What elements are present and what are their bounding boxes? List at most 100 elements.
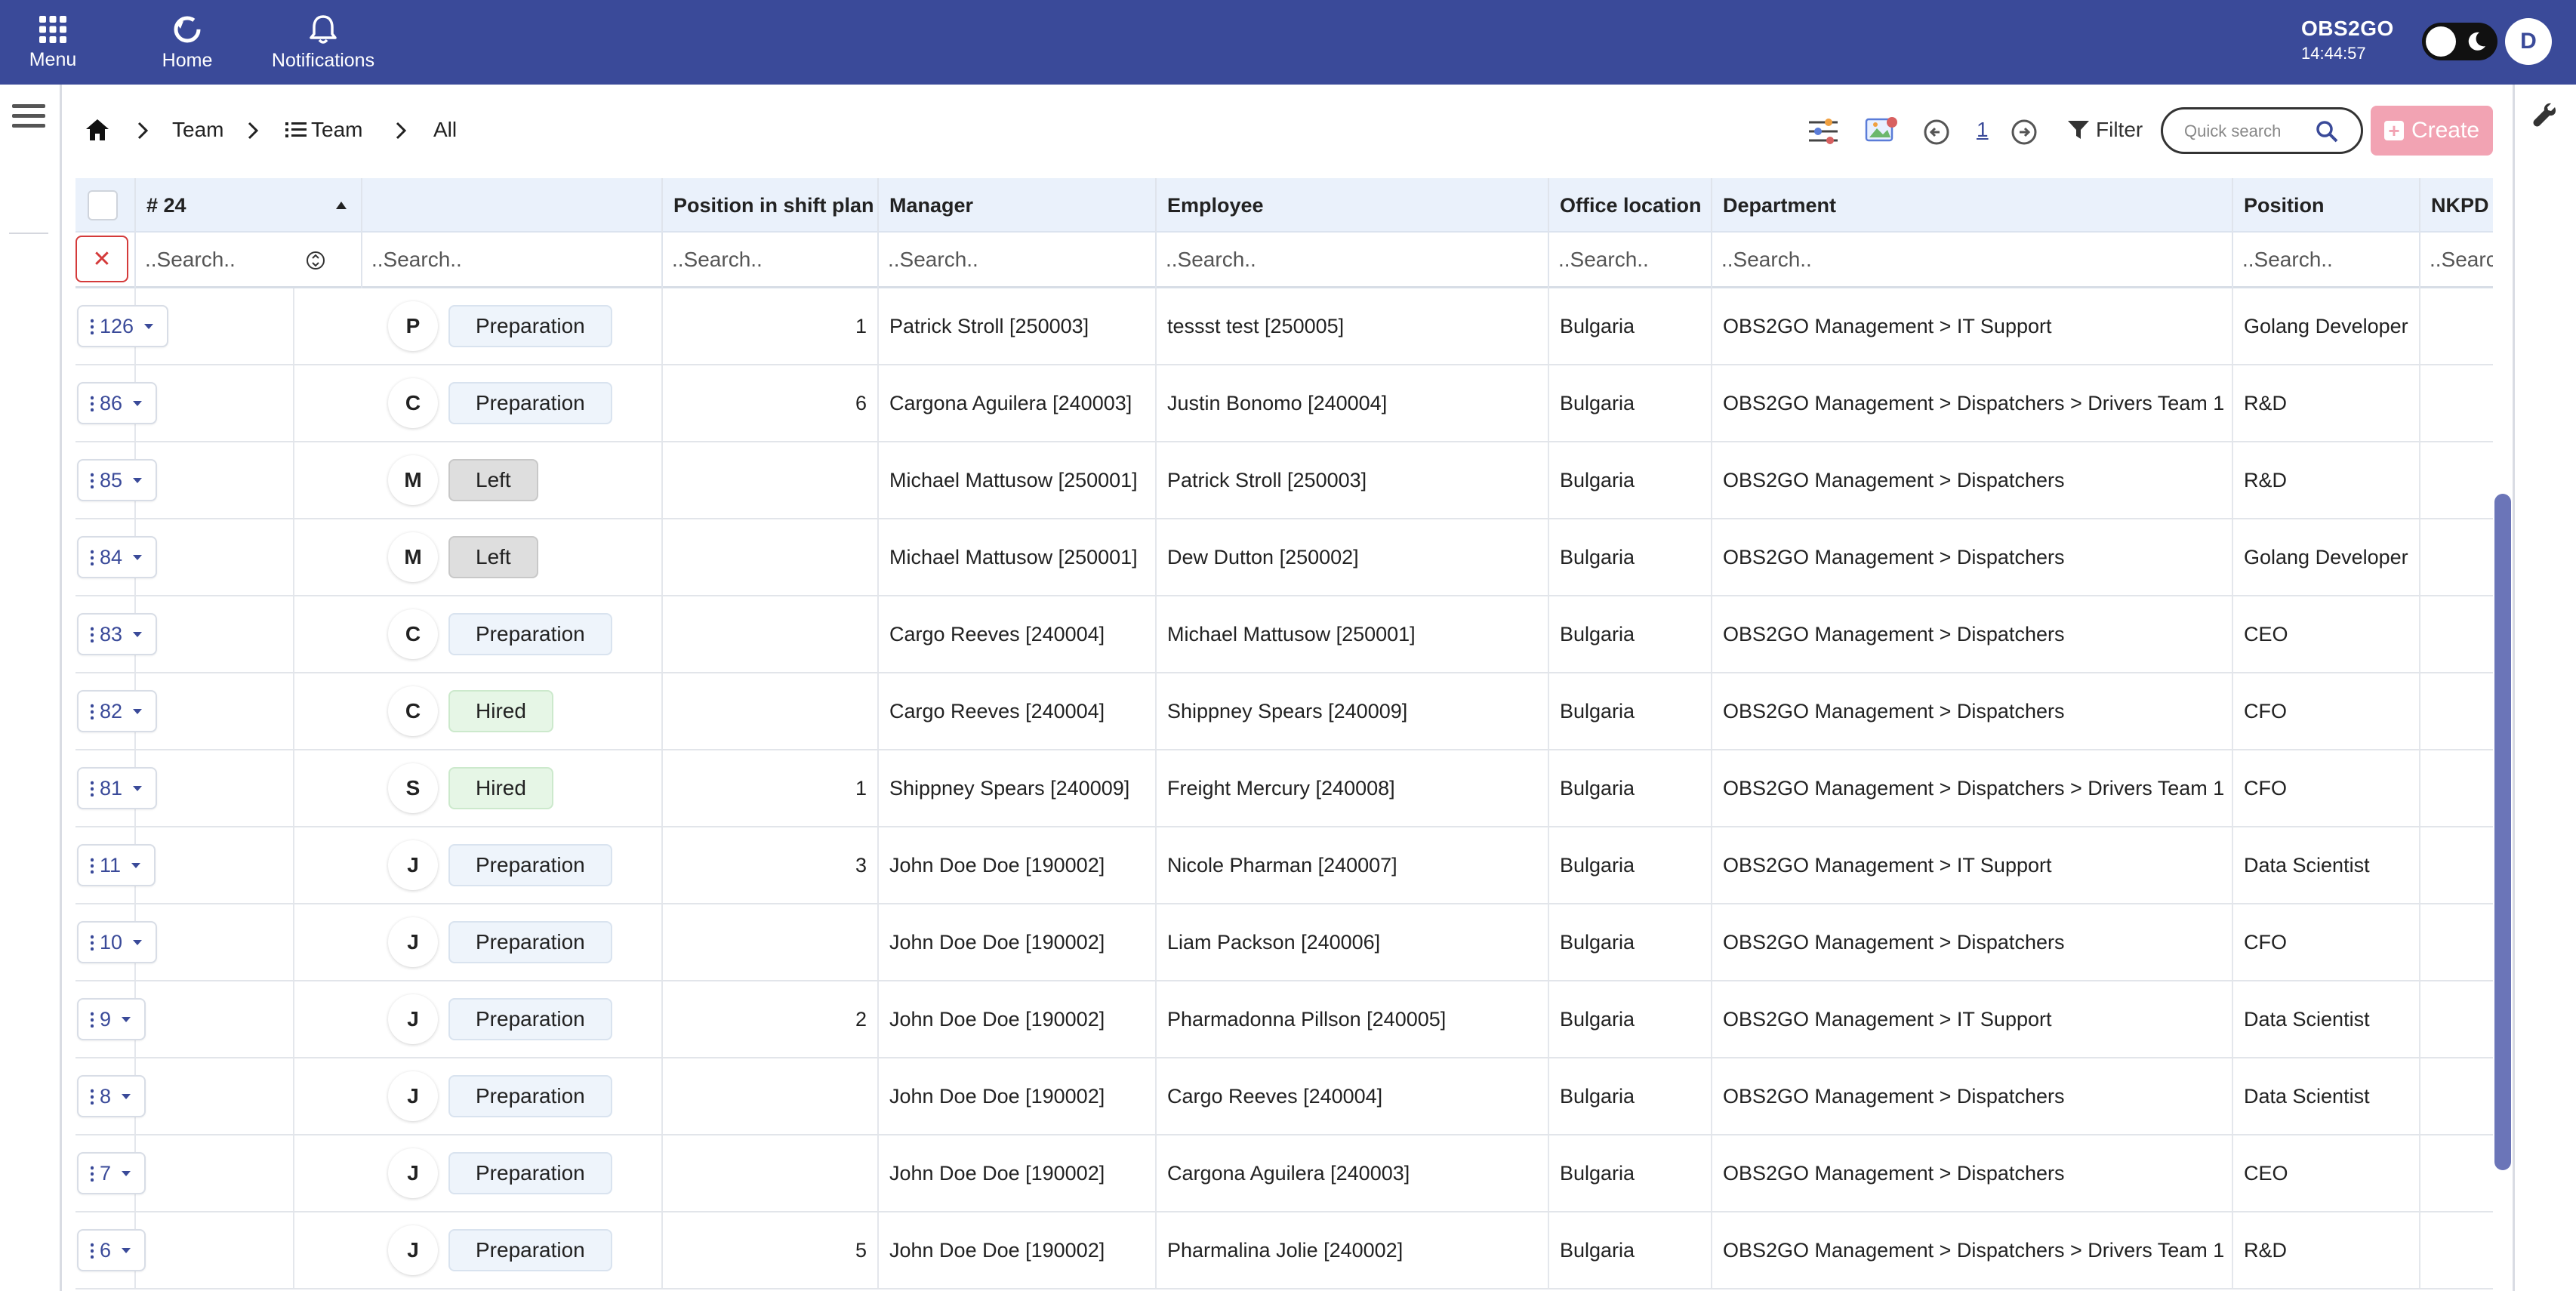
row-status-cell: C Preparation xyxy=(362,596,663,672)
row-office: Bulgaria xyxy=(1549,673,1712,749)
table-row[interactable]: 6 J Preparation 5 John Doe Doe [190002] Pharm… xyxy=(75,1212,2493,1289)
caret-down-icon xyxy=(133,554,143,560)
status-badge: Left xyxy=(448,536,538,578)
row-actions-button[interactable]: 82 xyxy=(77,690,158,732)
row-actions-button[interactable]: 83 xyxy=(77,613,158,655)
create-button[interactable]: + Create xyxy=(2371,106,2493,156)
row-actions-button[interactable]: 10 xyxy=(77,921,158,963)
quick-search[interactable] xyxy=(2161,107,2363,154)
row-shift-position xyxy=(663,673,879,749)
filter-shift-cell xyxy=(663,233,879,288)
caret-down-icon xyxy=(133,708,143,714)
status-badge: Left xyxy=(448,459,538,501)
table-row[interactable]: 7 J Preparation John Doe Doe [190002] Cargon… xyxy=(75,1135,2493,1212)
house-icon[interactable] xyxy=(85,118,110,142)
search-office-input[interactable] xyxy=(1558,246,1702,273)
caret-down-icon xyxy=(122,1170,131,1176)
breadcrumb-team-list[interactable]: Team xyxy=(311,118,362,142)
scrollbar-thumb[interactable] xyxy=(2494,494,2511,1170)
row-position: CFO xyxy=(2233,750,2420,826)
table-row[interactable]: 8 J Preparation John Doe Doe [190002] Cargo … xyxy=(75,1058,2493,1135)
select-all-checkbox[interactable] xyxy=(88,190,118,220)
wrench-icon[interactable] xyxy=(2532,103,2558,128)
initial-avatar: J xyxy=(388,917,438,967)
user-avatar[interactable]: D xyxy=(2505,18,2552,65)
arrow-right-circle-icon[interactable] xyxy=(2011,119,2037,145)
row-employee: Cargona Aguilera [240003] xyxy=(1157,1135,1549,1211)
row-shift-position xyxy=(663,519,879,595)
row-employee: Pharmalina Jolie [240002] xyxy=(1157,1212,1549,1288)
row-count: # 24 xyxy=(146,193,186,217)
header-nkpd[interactable]: NKPD xyxy=(2420,178,2493,233)
row-actions-button[interactable]: 85 xyxy=(77,459,158,501)
table-row[interactable]: 10 J Preparation John Doe Doe [190002] Liam … xyxy=(75,904,2493,981)
search-status-input[interactable] xyxy=(371,246,652,273)
sort-toggle-icon[interactable] xyxy=(307,249,325,272)
table-row[interactable]: 83 C Preparation Cargo Reeves [240004] Micha… xyxy=(75,596,2493,673)
row-actions-button[interactable]: 81 xyxy=(77,767,158,809)
sort-up-icon[interactable] xyxy=(335,201,347,210)
row-actions-button[interactable]: 84 xyxy=(77,536,158,578)
clear-filters-button[interactable]: ✕ xyxy=(75,236,128,282)
hamburger-icon[interactable] xyxy=(12,103,45,130)
kebab-icon xyxy=(91,857,94,874)
row-nkpd xyxy=(2420,365,2493,441)
row-actions-button[interactable]: 86 xyxy=(77,382,158,424)
row-actions-button[interactable]: 8 xyxy=(77,1075,146,1117)
header-manager[interactable]: Manager xyxy=(879,178,1157,233)
row-nkpd xyxy=(2420,827,2493,903)
row-actions-button[interactable]: 11 xyxy=(77,844,156,886)
header-position-in-shift-plan[interactable]: Position in shift plan xyxy=(663,178,879,233)
table-row[interactable]: 81 S Hired 1 Shippney Spears [240009] Freight… xyxy=(75,750,2493,827)
sliders-icon[interactable] xyxy=(1807,118,1839,145)
filter-nkpd-cell xyxy=(2420,233,2493,288)
row-shift-position xyxy=(663,1058,879,1134)
filter-count-cell xyxy=(136,233,362,288)
table-row[interactable]: 84 M Left Michael Mattusow [250001] Dew Dutt… xyxy=(75,519,2493,596)
row-position: CEO xyxy=(2233,596,2420,672)
theme-toggle[interactable] xyxy=(2422,23,2497,60)
notifications-button[interactable]: Notifications xyxy=(264,0,382,85)
header-position[interactable]: Position xyxy=(2233,178,2420,233)
search-employee-input[interactable] xyxy=(1166,246,1539,273)
row-id-cell: 7 xyxy=(75,1135,294,1211)
search-manager-input[interactable] xyxy=(888,246,1146,273)
row-actions-button[interactable]: 6 xyxy=(77,1229,146,1271)
table-row[interactable]: 82 C Hired Cargo Reeves [240004] Shippney Sp… xyxy=(75,673,2493,750)
table-row[interactable]: 11 J Preparation 3 John Doe Doe [190002] Nico… xyxy=(75,827,2493,904)
search-icon[interactable] xyxy=(2316,120,2338,143)
row-status-cell: J Preparation xyxy=(362,1058,663,1134)
row-shift-position: 1 xyxy=(663,288,879,364)
search-position-input[interactable] xyxy=(2242,246,2410,273)
menu-button[interactable]: Menu xyxy=(17,0,89,85)
header-department[interactable]: Department xyxy=(1712,178,2233,233)
row-position: Data Scientist xyxy=(2233,827,2420,903)
header-count[interactable]: # 24 xyxy=(136,178,362,233)
row-actions-button[interactable]: 126 xyxy=(77,305,169,347)
table-row[interactable]: 126 P Preparation 1 Patrick Stroll [250003] t… xyxy=(75,288,2493,365)
page-number[interactable]: 1 xyxy=(1977,118,1989,142)
row-department: OBS2GO Management > Dispatchers xyxy=(1712,519,2233,595)
initial-avatar: C xyxy=(388,686,438,736)
row-status-cell: P Preparation xyxy=(362,288,663,364)
table-row[interactable]: 85 M Left Michael Mattusow [250001] Patrick … xyxy=(75,442,2493,519)
search-department-input[interactable] xyxy=(1721,246,2223,273)
row-nkpd xyxy=(2420,981,2493,1057)
search-nkpd-input[interactable] xyxy=(2430,246,2493,273)
search-shift-input[interactable] xyxy=(672,246,868,273)
search-id-input[interactable] xyxy=(145,246,296,273)
breadcrumb-all[interactable]: All xyxy=(433,118,457,142)
header-office-location[interactable]: Office location xyxy=(1549,178,1712,233)
table-row[interactable]: 86 C Preparation 6 Cargona Aguilera [240003]… xyxy=(75,365,2493,442)
quick-search-input[interactable] xyxy=(2184,120,2320,143)
row-actions-button[interactable]: 7 xyxy=(77,1152,146,1194)
image-icon[interactable] xyxy=(1865,115,1898,145)
table-row[interactable]: 9 J Preparation 2 John Doe Doe [190002] Pharm… xyxy=(75,981,2493,1058)
filter-button[interactable]: Filter xyxy=(2067,118,2143,142)
caret-down-icon xyxy=(122,1016,131,1022)
row-actions-button[interactable]: 9 xyxy=(77,998,146,1040)
home-button[interactable]: Home xyxy=(151,0,223,85)
header-employee[interactable]: Employee xyxy=(1157,178,1549,233)
arrow-left-circle-icon[interactable] xyxy=(1924,119,1949,145)
breadcrumb-team[interactable]: Team xyxy=(172,118,223,142)
